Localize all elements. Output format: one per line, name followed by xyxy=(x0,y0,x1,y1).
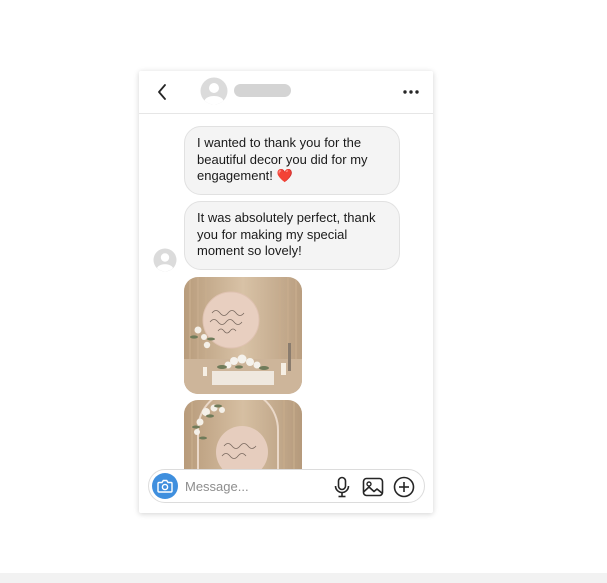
message-line: beautiful decor you did for my xyxy=(197,151,368,167)
heart-emoji: ❤️ xyxy=(276,168,293,183)
page-bottom-strip xyxy=(0,573,607,583)
engagement-decor-photo xyxy=(184,400,302,469)
more-horizontal-icon xyxy=(403,90,419,94)
camera-icon xyxy=(157,479,173,493)
message-input[interactable] xyxy=(185,475,315,497)
photo-attachment[interactable] xyxy=(184,277,302,394)
message-line: moment so lovely! xyxy=(197,243,302,258)
message-line: engagement! ❤️ xyxy=(197,168,387,185)
chat-header xyxy=(139,71,433,114)
microphone-icon[interactable] xyxy=(332,476,352,498)
chevron-left-icon xyxy=(158,84,166,100)
message-line: It was absolutely perfect, thank xyxy=(197,210,376,225)
message-composer xyxy=(148,469,425,503)
message-bubble: It was absolutely perfect, thank you for… xyxy=(184,201,400,270)
camera-button[interactable] xyxy=(152,473,178,499)
photo-attachment[interactable] xyxy=(184,400,302,469)
more-options-button[interactable] xyxy=(401,82,421,102)
image-icon[interactable] xyxy=(362,476,384,498)
direct-message-window: I wanted to thank you for the beautiful … xyxy=(139,71,433,513)
message-bubble: I wanted to thank you for the beautiful … xyxy=(184,126,400,195)
back-button[interactable] xyxy=(153,82,171,102)
engagement-decor-photo xyxy=(184,277,302,394)
message-line: I wanted to thank you for the xyxy=(197,135,362,150)
message-text: engagement! xyxy=(197,168,273,183)
sender-avatar-icon[interactable] xyxy=(153,248,177,272)
username-placeholder[interactable] xyxy=(234,84,291,97)
message-line: you for making my special xyxy=(197,226,348,242)
plus-circle-icon[interactable] xyxy=(393,476,415,498)
user-avatar-icon[interactable] xyxy=(200,77,228,105)
message-thread[interactable]: I wanted to thank you for the beautiful … xyxy=(139,114,433,469)
